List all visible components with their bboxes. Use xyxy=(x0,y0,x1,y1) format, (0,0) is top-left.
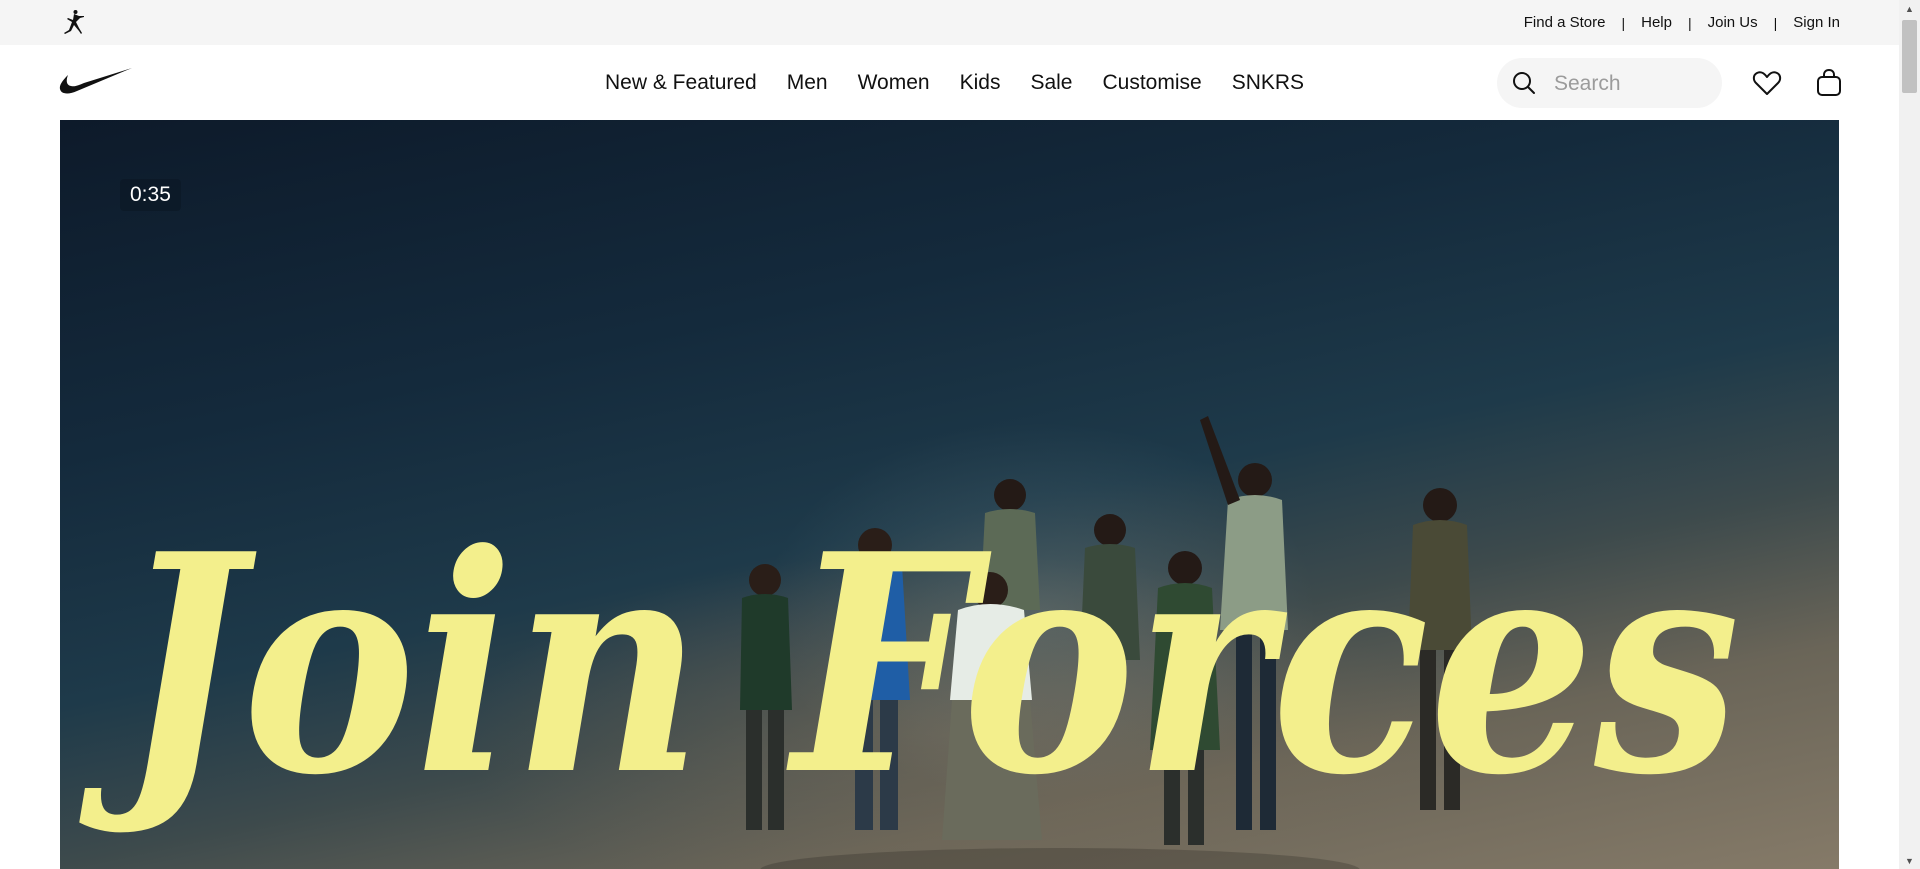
scrollbar-thumb[interactable] xyxy=(1902,20,1917,93)
hero-video[interactable]: Join Forces 0:35 xyxy=(60,120,1839,869)
nav-snkrs[interactable]: SNKRS xyxy=(1217,71,1319,95)
search-box[interactable] xyxy=(1497,58,1722,110)
separator: | xyxy=(1621,14,1626,31)
main-nav: New & Featured Men Women Kids Sale Custo… xyxy=(590,45,1319,120)
video-timer: 0:35 xyxy=(120,179,181,211)
separator: | xyxy=(1773,14,1778,31)
nav-customise[interactable]: Customise xyxy=(1087,71,1216,95)
utility-bar: Find a Store | Help | Join Us | Sign In xyxy=(0,0,1899,45)
nav-sale[interactable]: Sale xyxy=(1015,71,1087,95)
hero-headline-text: Join Forces xyxy=(75,488,1740,841)
scroll-down-arrow-icon[interactable]: ▼ xyxy=(1899,852,1920,869)
utility-links: Find a Store | Help | Join Us | Sign In xyxy=(1524,0,1840,45)
hero-headline: Join Forces xyxy=(75,488,1740,841)
page-scrollbar[interactable]: ▲ ▼ xyxy=(1899,0,1920,869)
join-us-link[interactable]: Join Us xyxy=(1708,14,1758,31)
separator: | xyxy=(1687,14,1692,31)
favourites-heart-icon[interactable] xyxy=(1752,68,1782,98)
search-icon[interactable] xyxy=(1511,70,1537,96)
scroll-up-arrow-icon[interactable]: ▲ xyxy=(1899,0,1920,17)
nav-men[interactable]: Men xyxy=(772,71,843,95)
help-link[interactable]: Help xyxy=(1641,14,1672,31)
nav-new-featured[interactable]: New & Featured xyxy=(590,71,772,95)
main-header: New & Featured Men Women Kids Sale Custo… xyxy=(0,45,1899,120)
search-input[interactable] xyxy=(1552,58,1716,110)
nav-women[interactable]: Women xyxy=(843,71,945,95)
shopping-bag-icon[interactable] xyxy=(1814,68,1844,98)
find-store-link[interactable]: Find a Store xyxy=(1524,14,1606,31)
nike-swoosh-icon[interactable] xyxy=(59,67,133,97)
sign-in-link[interactable]: Sign In xyxy=(1793,14,1840,31)
jordan-jumpman-icon[interactable] xyxy=(60,9,88,35)
nav-kids[interactable]: Kids xyxy=(945,71,1016,95)
